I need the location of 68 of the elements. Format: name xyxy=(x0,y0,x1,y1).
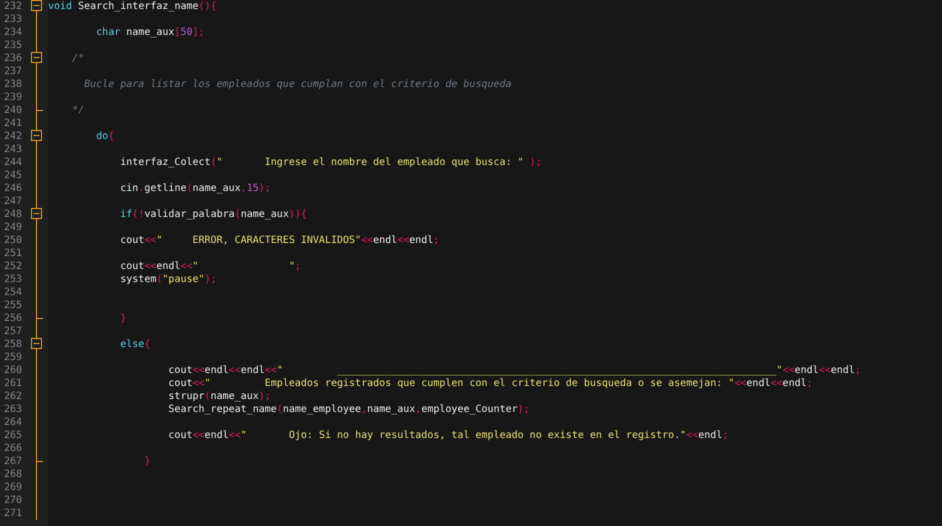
line-number: 244 xyxy=(3,156,24,169)
line-number: 264 xyxy=(3,416,24,429)
line-number: 260 xyxy=(3,364,24,377)
line-number: 236 xyxy=(3,52,24,65)
line-number: 271 xyxy=(3,507,24,520)
line-number: 235 xyxy=(3,39,24,52)
code-line: if(!validar_palabra(name_aux)){ xyxy=(119,209,307,220)
fold-end-marker xyxy=(37,110,43,111)
line-number: 268 xyxy=(3,468,24,481)
code-line: void Search_interfaz_name(){ xyxy=(48,1,217,12)
collapse-icon[interactable] xyxy=(30,338,43,351)
line-number: 252 xyxy=(3,260,24,273)
code-line: Bucle para listar los empleados que cumplan con el criterio de busqueda xyxy=(83,79,512,90)
line-number: 255 xyxy=(3,299,24,312)
line-number: 265 xyxy=(3,429,24,442)
line-number: 240 xyxy=(3,104,24,117)
line-number: 262 xyxy=(3,390,24,403)
code-line: strupr(name_aux); xyxy=(167,391,271,402)
line-number: 238 xyxy=(3,78,24,91)
code-line: cout<<endl<<" Ojo: Si no hay resultados, tal empleado no existe en el registro."<<endl; xyxy=(167,430,728,441)
line-number: 267 xyxy=(3,455,24,468)
code-line: cout<<" ERROR, CARACTERES INVALIDOS"<<endl<<endl; xyxy=(119,235,440,246)
code-line: else{ xyxy=(119,339,150,350)
code-line: cout<<endl<<endl<<" _________________________________________________________________________"<<endl<<endl; xyxy=(167,365,861,376)
line-number: 239 xyxy=(3,91,24,104)
line-number: 242 xyxy=(3,130,24,143)
code-line: cin.getline(name_aux,15); xyxy=(119,183,271,194)
line-number: 243 xyxy=(3,143,24,156)
line-number: 257 xyxy=(3,325,24,338)
line-number: 241 xyxy=(3,117,24,130)
line-number: 250 xyxy=(3,234,24,247)
line-number: 249 xyxy=(3,221,24,234)
line-number: 245 xyxy=(3,169,24,182)
line-number: 254 xyxy=(3,286,24,299)
collapse-icon[interactable] xyxy=(30,130,43,143)
fold-end-marker xyxy=(37,461,43,462)
code-line: } xyxy=(143,456,150,467)
collapse-icon[interactable] xyxy=(30,0,43,13)
line-number: 253 xyxy=(3,273,24,286)
line-number: 246 xyxy=(3,182,24,195)
code-line: Search_repeat_name(name_employee,name_aux,employee_Counter); xyxy=(167,404,530,415)
code-line: system("pause"); xyxy=(119,274,217,285)
line-number: 269 xyxy=(3,481,24,494)
line-number: 251 xyxy=(3,247,24,260)
code-line: } xyxy=(119,313,126,324)
line-number: 232 xyxy=(3,0,24,13)
line-number: 258 xyxy=(3,338,24,351)
code-line: do{ xyxy=(95,131,114,142)
code-line: cout<<endl<<" "; xyxy=(119,261,301,272)
code-line: interfaz_Colect(" Ingrese el nombre del empleado que busca: " ); xyxy=(119,157,542,168)
line-number: 234 xyxy=(3,26,24,39)
line-number: 233 xyxy=(3,13,24,26)
code-line: cout<<" Empleados registrados que cumplen con el criterio de busqueda o se asemejan: "<<endl<<endl; xyxy=(167,378,813,389)
code-line: char name_aux[50]; xyxy=(95,27,205,38)
fold-end-marker xyxy=(37,318,43,319)
line-number: 247 xyxy=(3,195,24,208)
line-number: 248 xyxy=(3,208,24,221)
line-number: 263 xyxy=(3,403,24,416)
code-line: /* xyxy=(71,53,84,64)
line-number: 270 xyxy=(3,494,24,507)
line-number: 237 xyxy=(3,65,24,78)
line-number: 266 xyxy=(3,442,24,455)
collapse-icon[interactable] xyxy=(30,52,43,65)
code-line: */ xyxy=(71,105,84,116)
collapse-icon[interactable] xyxy=(30,208,43,221)
line-number: 259 xyxy=(3,351,24,364)
line-number: 261 xyxy=(3,377,24,390)
line-number: 256 xyxy=(3,312,24,325)
